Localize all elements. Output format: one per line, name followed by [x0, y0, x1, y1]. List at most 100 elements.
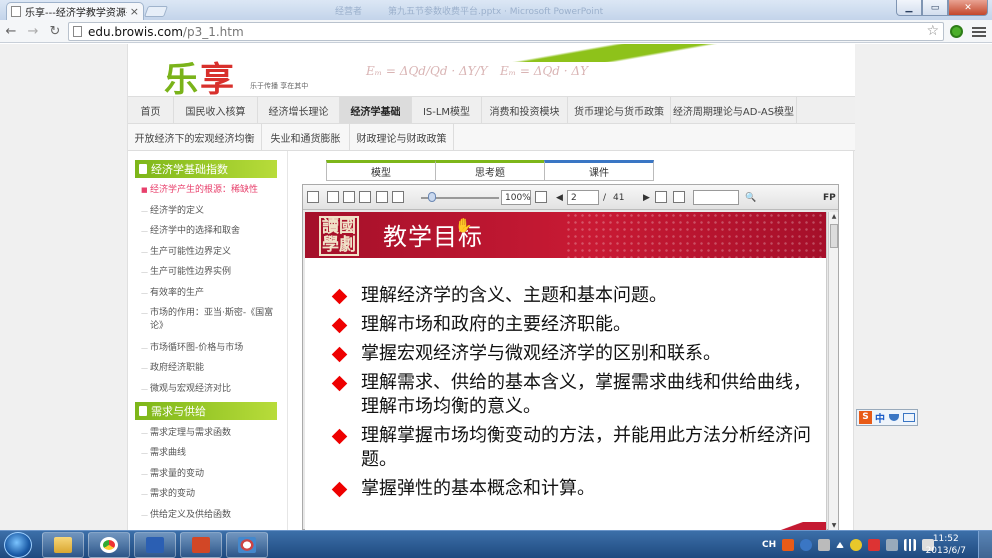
taskbar-paint[interactable] [226, 532, 268, 558]
nav-business-cycle[interactable]: 经济周期理论与AD-AS模型 [671, 97, 797, 123]
seal-char: 讀 [322, 217, 339, 237]
tab-close-icon[interactable]: × [130, 5, 139, 18]
sidebar-link[interactable]: 需求定理与需求函数 [141, 427, 280, 440]
ime-keyboard-icon[interactable] [903, 413, 915, 422]
sidebar-link[interactable]: 生产可能性边界实例 [141, 266, 280, 279]
sidebar-link[interactable]: 微观与宏观经济对比 [141, 383, 280, 396]
ime-punctuation-icon[interactable] [889, 414, 899, 421]
flag-icon[interactable] [868, 539, 881, 551]
nav-home[interactable]: 首页 [128, 97, 174, 123]
network-icon[interactable] [904, 539, 917, 551]
tab-courseware[interactable]: 课件 [544, 160, 654, 181]
search-input[interactable] [693, 190, 739, 205]
browser-tab[interactable]: 乐享---经济学教学资源平台 × [6, 2, 144, 20]
page-number-input[interactable]: 2 [567, 190, 599, 205]
tab-model[interactable]: 模型 [326, 160, 436, 181]
scrollbar-thumb[interactable] [830, 224, 838, 248]
back-button[interactable]: ← [0, 21, 22, 41]
sidebar-link[interactable]: 供给定义及供给函数 [141, 509, 280, 522]
sidebar-link[interactable]: 政府经济职能 [141, 362, 280, 375]
reload-button[interactable]: ↻ [44, 21, 66, 41]
nav-economics-basics[interactable]: 经济学基础 [340, 97, 412, 123]
nav-islm[interactable]: IS-LM模型 [412, 97, 482, 123]
show-desktop-button[interactable] [978, 531, 992, 558]
sidebar-link[interactable]: 有效率的生产 [141, 287, 280, 300]
next-page-button[interactable]: ▶ [643, 193, 650, 203]
show-hidden-icons-icon[interactable] [836, 542, 845, 548]
text-select-icon[interactable] [655, 191, 667, 203]
sidebar-link[interactable]: 经济学的定义 [141, 205, 280, 218]
nav-consumption-investment[interactable]: 消费和投资模块 [482, 97, 568, 123]
slide-bullet-text: 理解市场和政府的主要经济职能。 [361, 314, 631, 335]
sidebar-link[interactable]: 经济学产生的根源：稀缺性 [141, 184, 280, 197]
sidebar-link[interactable]: 市场循环图-价格与市场 [141, 342, 280, 355]
nav-national-income[interactable]: 国民收入核算 [174, 97, 258, 123]
taskbar-explorer[interactable] [42, 532, 84, 558]
fit-height-icon[interactable] [392, 191, 404, 203]
hand-tool-icon[interactable] [673, 191, 685, 203]
nav-fiscal[interactable]: 财政理论与财政政策 [350, 124, 454, 150]
viewer-scrollbar[interactable]: ▲ ▼ [828, 212, 838, 530]
battery-icon[interactable] [886, 539, 899, 551]
taskbar-chrome[interactable] [88, 532, 130, 558]
ime-toolbar[interactable]: S 中 [856, 409, 918, 426]
slide-bullet: 理解掌握市场均衡变动的方法，并能用此方法分析经济问题。 [331, 424, 811, 472]
prev-page-button[interactable]: ◀ [556, 193, 563, 203]
slide-bullet-text: 理解掌握市场均衡变动的方法，并能用此方法分析经济问题。 [361, 425, 811, 470]
nav-open-economy[interactable]: 开放经济下的宏观经济均衡 [128, 124, 262, 150]
extension-icon[interactable] [950, 25, 963, 38]
slide-seal-logo: 讀 國 學 劇 [319, 216, 359, 256]
tray-icon[interactable] [818, 539, 831, 551]
nav-growth-theory[interactable]: 经济增长理论 [258, 97, 340, 123]
tab-questions[interactable]: 思考题 [435, 160, 545, 181]
start-button[interactable] [4, 532, 32, 558]
document-viewer: 100% ◀ 2 / 41 ▶ 🔍 FP 讀 國 學 劇 教学目标 ✋ 理解经济… [302, 184, 839, 530]
sidebar-section-header[interactable]: 需求与供给 [135, 402, 277, 420]
clock-time: 11:52 [932, 534, 959, 544]
sidebar-link[interactable]: 市场的作用：亚当·斯密-《国富论》 [141, 307, 280, 333]
print-icon[interactable] [307, 191, 319, 203]
help-icon[interactable] [800, 539, 813, 551]
sidebar-link[interactable]: 需求的变动 [141, 488, 280, 501]
fp-label[interactable]: FP [823, 193, 836, 203]
new-tab-button[interactable] [143, 6, 169, 17]
scroll-down-button[interactable]: ▼ [830, 521, 838, 530]
slide-bullet-text: 理解经济学的含义、主题和基本问题。 [361, 285, 667, 306]
sidebar-link[interactable]: 需求曲线 [141, 447, 280, 460]
address-bar[interactable]: edu.browis.com /p3_1.htm ☆ [68, 22, 944, 41]
sidebar-link[interactable]: 经济学中的选择和取舍 [141, 225, 280, 238]
logo-char-1: 乐 [164, 60, 200, 100]
sidebar-link[interactable]: 生产可能性边界定义 [141, 246, 280, 259]
slide-bullet: 理解经济学的含义、主题和基本问题。 [331, 284, 811, 308]
seal-char: 國 [339, 217, 356, 237]
nav-unemployment-inflation[interactable]: 失业和通货膨胀 [262, 124, 350, 150]
scroll-up-button[interactable]: ▲ [830, 212, 838, 221]
single-page-icon[interactable] [327, 191, 339, 203]
bookmark-star-icon[interactable]: ☆ [926, 23, 939, 39]
minimize-button[interactable]: ▁ [896, 0, 922, 16]
sidebar-section-header[interactable]: 经济学基础指数 [135, 160, 277, 178]
logo-char-2: 享 [200, 60, 236, 100]
search-icon[interactable]: 🔍 [745, 193, 756, 203]
site-logo[interactable]: 乐享 [164, 52, 236, 101]
zoom-slider-handle[interactable] [428, 192, 436, 202]
zoom-field[interactable]: 100% [501, 190, 531, 205]
forward-button[interactable]: → [22, 21, 44, 41]
sidebar-link[interactable]: 需求量的变动 [141, 468, 280, 481]
input-language[interactable]: CH [762, 540, 776, 550]
clock[interactable]: 11:52 2013/6/7 [926, 533, 966, 557]
ime-language[interactable]: 中 [875, 410, 885, 425]
maximize-button[interactable]: ▭ [922, 0, 948, 16]
fit-width-icon[interactable] [376, 191, 388, 203]
two-page-icon[interactable] [343, 191, 355, 203]
nav-monetary[interactable]: 货币理论与货币政策 [568, 97, 671, 123]
menu-wrench-icon[interactable] [972, 25, 986, 38]
fullscreen-icon[interactable] [535, 191, 547, 203]
taskbar-powerpoint[interactable] [180, 532, 222, 558]
security-icon[interactable] [850, 539, 863, 551]
close-window-button[interactable]: ✕ [948, 0, 988, 16]
ime-tray-icon[interactable] [782, 539, 795, 551]
taskbar-word[interactable] [134, 532, 176, 558]
grid-view-icon[interactable] [359, 191, 371, 203]
slide-bullet: 掌握弹性的基本概念和计算。 [331, 477, 811, 501]
